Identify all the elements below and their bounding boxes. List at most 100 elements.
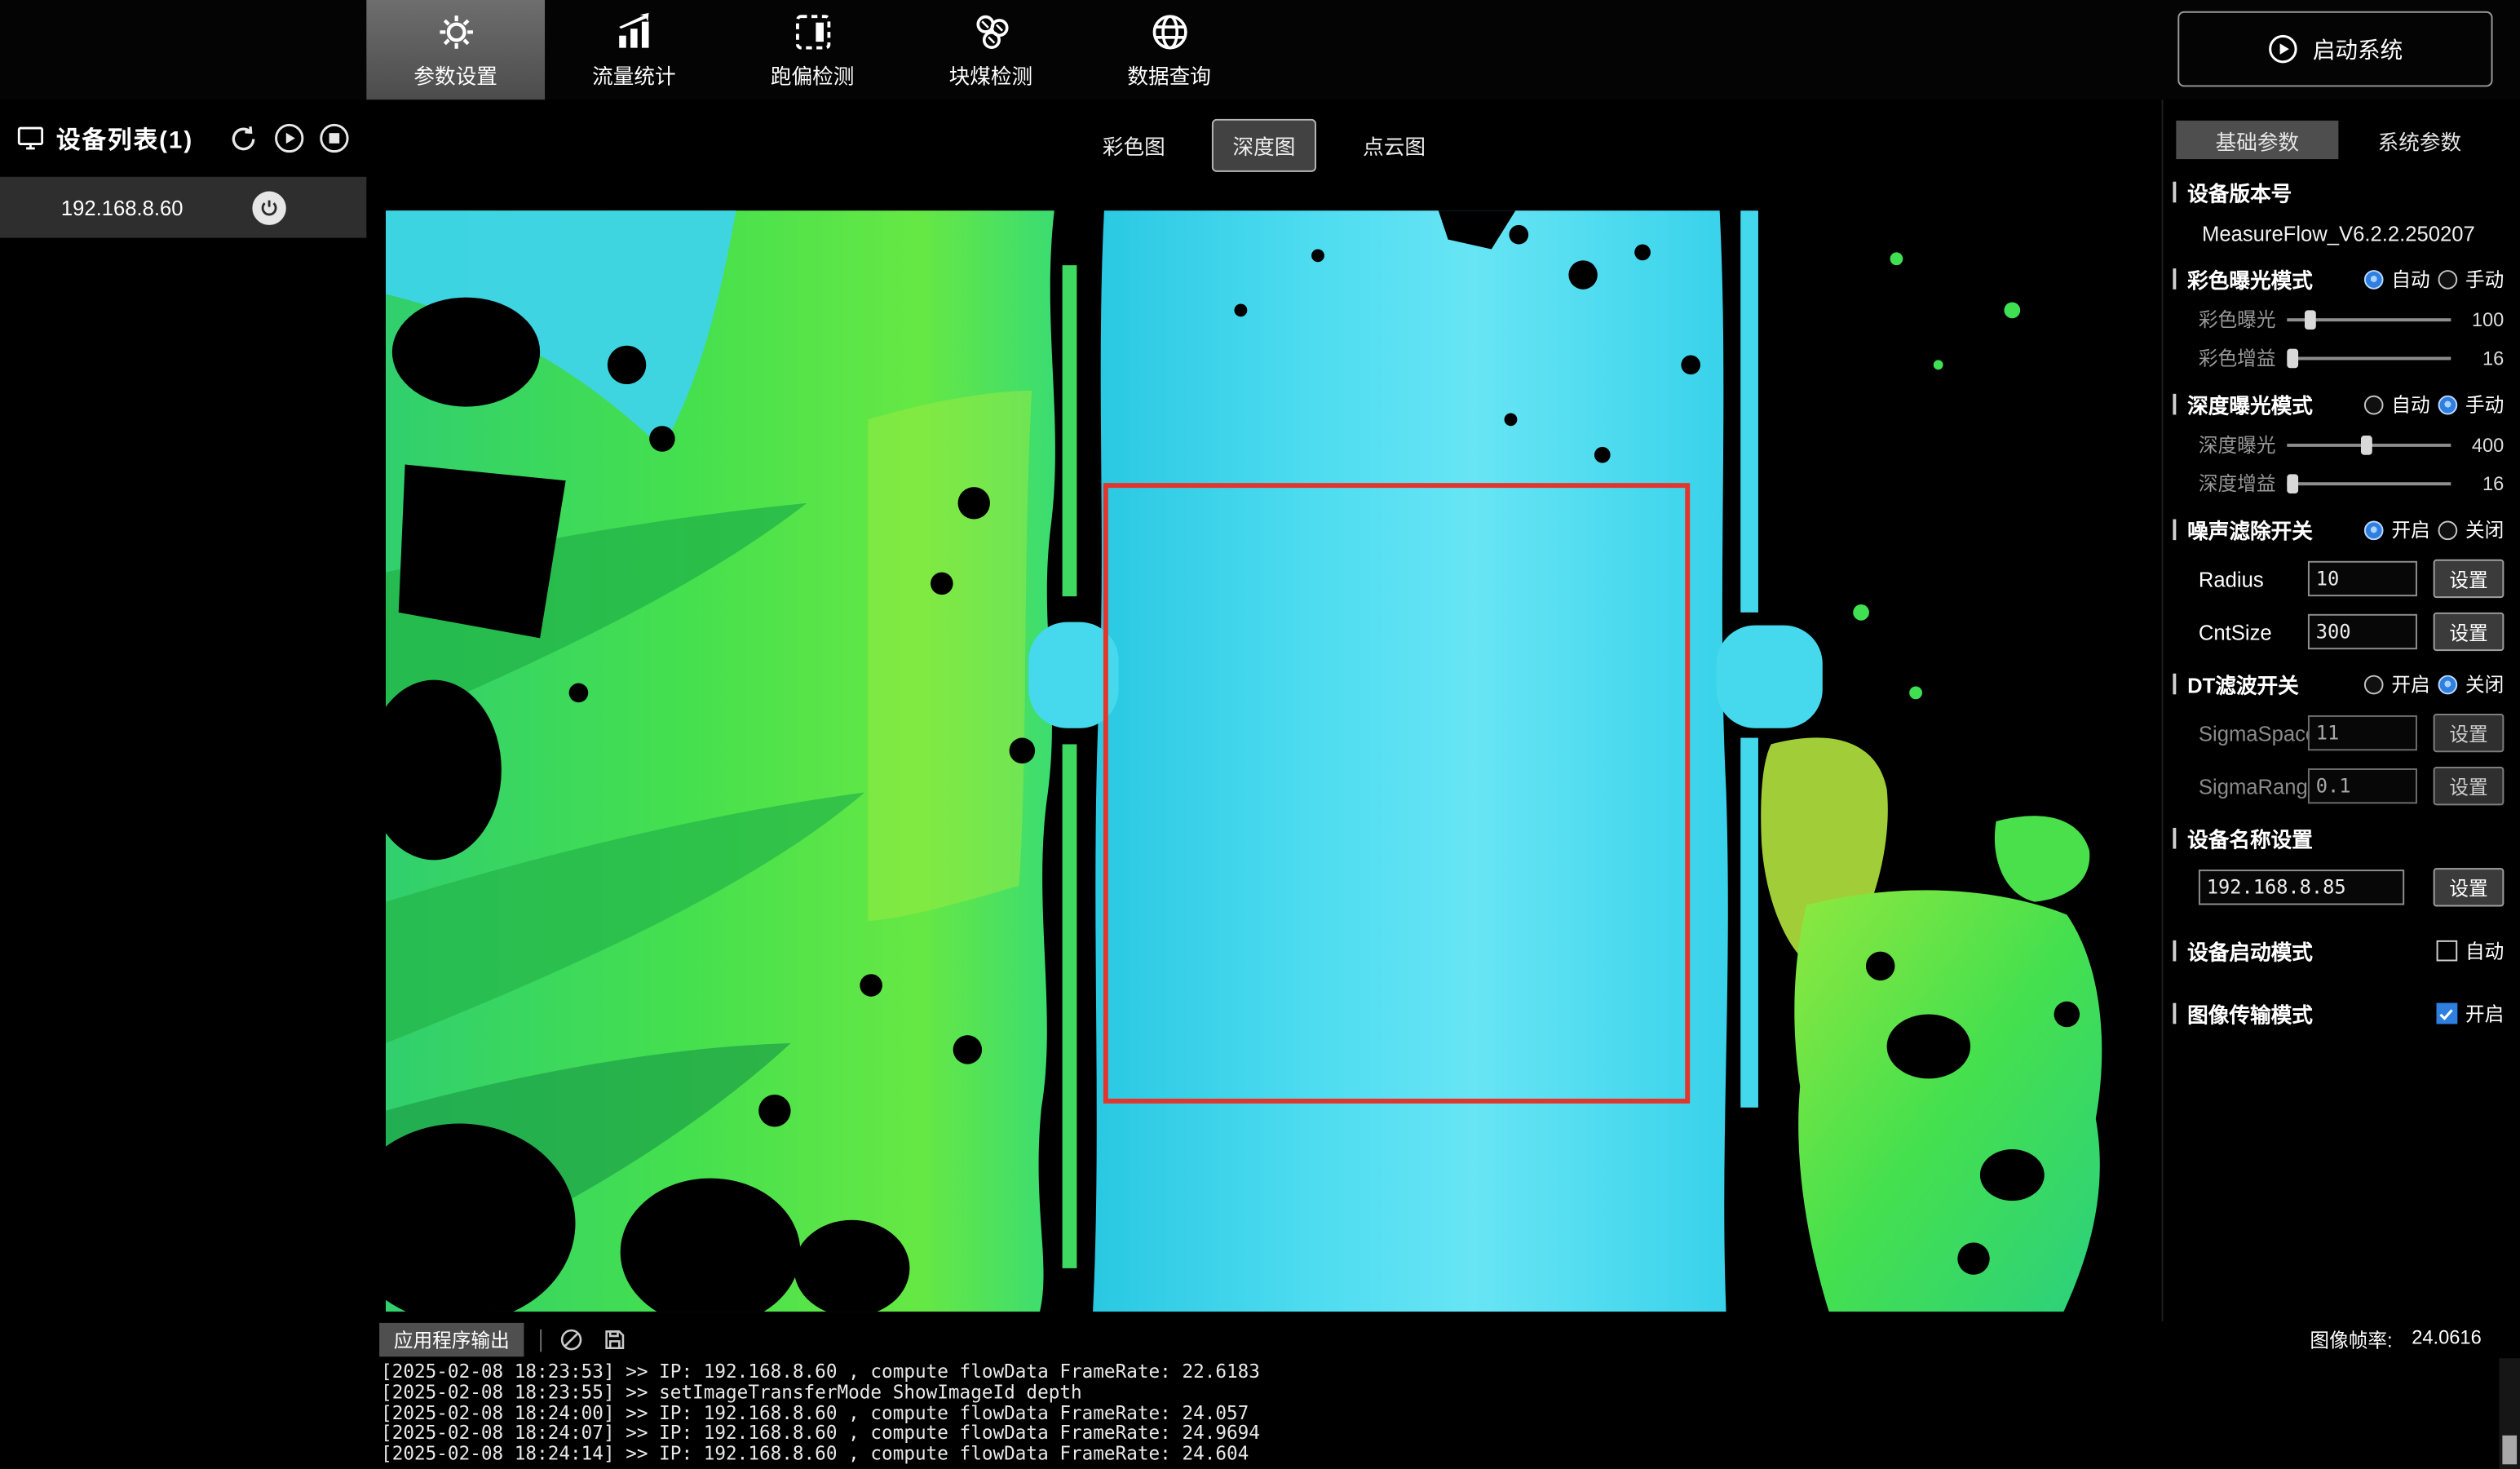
color-gain-value: 16: [2462, 347, 2504, 369]
depth-exposure-slider-label: 深度曝光: [2182, 431, 2275, 458]
depth-gain-slider-row: 深度增益 16: [2182, 469, 2504, 497]
tab-label: 跑偏检测: [771, 60, 855, 90]
dt-filter-off-label: 关闭: [2465, 670, 2504, 698]
color-gain-slider[interactable]: [2287, 347, 2451, 369]
gear-icon: [435, 10, 476, 55]
section-marker: [2173, 268, 2176, 290]
color-gain-slider-row: 彩色增益 16: [2182, 344, 2504, 372]
log-scrollbar-thumb[interactable]: [2502, 1436, 2517, 1464]
parameter-panel: 基础参数 系统参数 设备版本号 MeasureFlow_V6.2.2.25020…: [2162, 100, 2520, 1321]
slider-thumb[interactable]: [2361, 435, 2372, 454]
tab-lump-coal-detection[interactable]: 块煤检测: [902, 0, 1081, 100]
framerate-value: 24.0616: [2412, 1326, 2482, 1354]
image-view-area: 彩色图 深度图 点云图: [366, 100, 2161, 1321]
sigmaspace-input[interactable]: [2308, 715, 2417, 750]
stop-device-button[interactable]: [317, 122, 351, 155]
tab-depth-image[interactable]: 深度图: [1212, 118, 1316, 171]
radius-input[interactable]: [2308, 561, 2417, 596]
globe-icon: [1148, 10, 1190, 55]
image-view-tabs: 彩色图 深度图 点云图: [366, 113, 2161, 177]
transfer-on-checkbox[interactable]: [2437, 1003, 2458, 1024]
save-log-icon[interactable]: [601, 1326, 629, 1354]
section-marker: [2173, 940, 2176, 962]
log-line: [2025-02-08 18:24:00] >> IP: 192.168.8.6…: [381, 1403, 2499, 1423]
tab-label: 块煤检测: [949, 60, 1033, 90]
slider-track: [2287, 481, 2451, 485]
log-line: [2025-02-08 18:24:07] >> IP: 192.168.8.6…: [381, 1423, 2499, 1444]
section-marker: [2173, 520, 2176, 541]
startup-auto-checkbox[interactable]: [2437, 940, 2458, 962]
check-icon: [2439, 1006, 2456, 1022]
tab-data-query[interactable]: 数据查询: [1080, 0, 1258, 100]
startup-mode-label: 设备启动模式: [2187, 936, 2313, 966]
depth-exposure-slider[interactable]: [2287, 433, 2451, 456]
depth-exposure-auto-radio[interactable]: [2364, 395, 2384, 414]
device-version-label: 设备版本号: [2187, 177, 2292, 207]
deviation-detect-icon: [792, 10, 833, 55]
dt-filter-on-radio[interactable]: [2364, 675, 2384, 694]
tab-label: 数据查询: [1127, 60, 1211, 90]
start-device-button[interactable]: [272, 122, 306, 155]
tab-parameter-settings[interactable]: 参数设置: [366, 0, 545, 100]
depth-exposure-manual-radio[interactable]: [2438, 395, 2458, 414]
color-exposure-manual-label: 手动: [2465, 265, 2504, 293]
clear-log-icon[interactable]: [558, 1326, 586, 1354]
tab-basic-params[interactable]: 基础参数: [2176, 121, 2338, 159]
noise-filter-on-radio[interactable]: [2364, 520, 2384, 540]
cntsize-row: CntSize 设置: [2173, 613, 2504, 651]
slider-thumb[interactable]: [2287, 348, 2298, 368]
device-name-input[interactable]: [2199, 869, 2404, 905]
section-marker: [2173, 674, 2176, 695]
slider-thumb[interactable]: [2305, 309, 2316, 329]
tab-flow-statistics[interactable]: 流量统计: [545, 0, 723, 100]
start-system-button[interactable]: 启动系统: [2177, 11, 2492, 87]
radius-row: Radius 设置: [2173, 560, 2504, 598]
framerate-label: 图像帧率:: [2310, 1326, 2392, 1354]
log-scrollbar[interactable]: [2499, 1358, 2520, 1469]
refresh-devices-button[interactable]: [228, 122, 261, 155]
sigmarange-row: SigmaRange 设置: [2173, 767, 2504, 805]
framerate-display: 图像帧率: 24.0616: [2310, 1326, 2507, 1354]
device-list-header: 设备列表(1): [0, 100, 366, 177]
radius-set-button[interactable]: 设置: [2434, 560, 2505, 598]
device-row[interactable]: 192.168.8.60: [0, 177, 366, 238]
tab-color-image[interactable]: 彩色图: [1081, 118, 1186, 171]
console-output-tab[interactable]: 应用程序输出: [379, 1323, 524, 1356]
depth-gain-slider[interactable]: [2287, 471, 2451, 494]
cntsize-set-button[interactable]: 设置: [2434, 613, 2505, 651]
noise-filter-on-label: 开启: [2391, 516, 2429, 544]
cntsize-input[interactable]: [2308, 614, 2417, 649]
top-toolbar: 参数设置 流量统计: [0, 0, 2520, 100]
startup-auto-label: 自动: [2465, 937, 2504, 965]
color-exposure-slider-row: 彩色曝光 100: [2182, 305, 2504, 333]
tab-deviation-detection[interactable]: 跑偏检测: [723, 0, 902, 100]
depth-exposure-manual-label: 手动: [2465, 391, 2504, 418]
color-exposure-slider[interactable]: [2287, 308, 2451, 330]
color-exposure-manual-radio[interactable]: [2438, 269, 2458, 289]
toolbar-separator: [540, 1329, 542, 1352]
device-power-button[interactable]: [252, 191, 285, 224]
color-exposure-auto-radio[interactable]: [2364, 269, 2384, 289]
log-line: [2025-02-08 18:23:55] >> setImageTransfe…: [381, 1382, 2499, 1402]
depth-map-image: [386, 210, 2129, 1312]
color-exposure-label: 彩色曝光模式: [2187, 263, 2313, 294]
play-circle-icon: [2268, 33, 2298, 64]
dt-filter-off-radio[interactable]: [2438, 675, 2458, 694]
transfer-mode-label: 图像传输模式: [2187, 998, 2313, 1029]
slider-thumb[interactable]: [2287, 473, 2298, 493]
tab-system-params[interactable]: 系统参数: [2338, 121, 2500, 159]
depth-map-svg: [386, 210, 2129, 1312]
device-list-icon: [16, 124, 45, 153]
main-tab-bar: 参数设置 流量统计: [366, 0, 1258, 100]
sigmaspace-set-button[interactable]: 设置: [2434, 714, 2505, 752]
sigmarange-input[interactable]: [2308, 768, 2417, 803]
section-marker: [2173, 1003, 2176, 1024]
device-ip: 192.168.8.60: [61, 195, 183, 219]
noise-filter-off-radio[interactable]: [2438, 520, 2458, 540]
device-name-set-button[interactable]: 设置: [2434, 868, 2505, 906]
depth-exposure-section: 深度曝光模式 自动 手动: [2173, 389, 2504, 419]
depth-exposure-value: 400: [2462, 433, 2504, 456]
noise-filter-label: 噪声滤除开关: [2187, 515, 2313, 545]
tab-point-cloud[interactable]: 点云图: [1342, 118, 1447, 171]
sigmarange-set-button[interactable]: 设置: [2434, 767, 2505, 805]
